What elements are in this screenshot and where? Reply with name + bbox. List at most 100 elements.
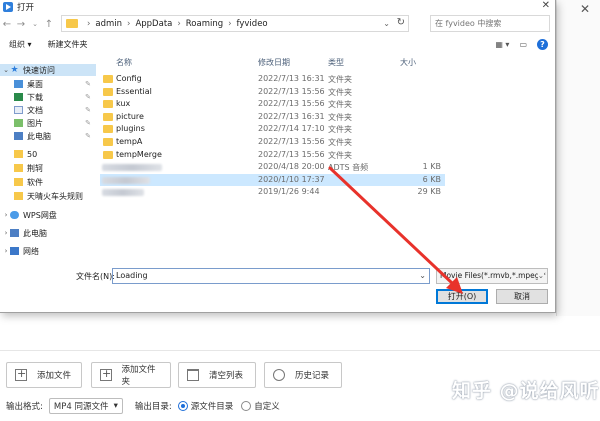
nav-item[interactable]: 桌面 ✎: [0, 78, 96, 90]
preview-pane-icon[interactable]: ▭: [519, 40, 527, 49]
address-row: ← → ⌄ ↑ › admin › AppData › Roaming › fy…: [0, 15, 556, 33]
row-type: 文件夹: [328, 112, 352, 122]
nav-item-label: 图片: [27, 118, 43, 128]
table-row[interactable]: 2019/1/26 9:44 29 KB: [100, 186, 445, 198]
breadcrumb-roaming[interactable]: Roaming: [186, 19, 223, 29]
nav-item[interactable]: 软件: [0, 176, 96, 188]
column-date[interactable]: 修改日期: [258, 57, 290, 68]
row-date: 2019/1/26 9:44: [258, 187, 320, 197]
row-size: 29 KB: [417, 187, 441, 197]
watermark-text: 知乎 @说给风听: [452, 380, 600, 402]
organize-button[interactable]: 组织 ▾: [9, 39, 32, 50]
nav-item-label: 软件: [27, 177, 43, 187]
breadcrumb-appdata[interactable]: AppData: [135, 19, 172, 29]
back-icon[interactable]: ←: [0, 19, 14, 30]
row-type: ADTS 音频: [328, 163, 369, 173]
row-type: 文件夹: [328, 75, 352, 84]
chevron-down-icon[interactable]: ⌄: [537, 269, 544, 283]
history-button[interactable]: 历史记录: [264, 362, 342, 388]
row-name: tempA: [116, 137, 143, 146]
row-date: 2022/7/13 16:31: [258, 74, 325, 83]
table-row[interactable]: 2020/1/10 17:37 6 KB: [100, 173, 445, 186]
table-row[interactable]: Essential 2022/7/13 15:56 文件夹: [100, 86, 445, 98]
chevron-icon[interactable]: ›: [2, 247, 10, 255]
table-row[interactable]: tempA 2022/7/13 15:56 文件夹: [100, 136, 445, 148]
nav-item[interactable]: › 网络: [0, 245, 96, 257]
breadcrumb-separator: ›: [228, 18, 232, 29]
nav-item[interactable]: 下载 ✎: [0, 91, 96, 103]
search-input[interactable]: [435, 19, 545, 28]
chevron-icon[interactable]: ›: [2, 229, 10, 237]
forward-icon[interactable]: →: [14, 19, 28, 30]
chevron-icon[interactable]: ⌄: [2, 66, 10, 74]
row-size: 6 KB: [422, 174, 441, 184]
add-file-button[interactable]: 添加文件: [6, 362, 82, 388]
address-dropdown-icon[interactable]: ⌄: [383, 19, 390, 28]
nav-item[interactable]: › WPS网盘: [0, 209, 96, 221]
filetype-value: Movie Files(*.rmvb,*.mpeg,*: [440, 271, 546, 280]
picture-icon: [14, 119, 23, 127]
blurred-filename: [102, 176, 150, 184]
nav-item[interactable]: 图片 ✎: [0, 117, 96, 129]
row-date: 2022/7/13 15:56: [258, 99, 325, 109]
view-options-icon[interactable]: ▦ ▾: [495, 40, 509, 49]
column-type[interactable]: 类型: [328, 57, 344, 68]
chevron-icon[interactable]: ›: [2, 211, 10, 219]
up-icon[interactable]: ↑: [42, 19, 56, 30]
output-settings: 输出格式: MP4 同源文件 ▾ 输出目录: 源文件目录 自定义: [6, 398, 280, 414]
breadcrumb-fyvideo[interactable]: fyvideo: [237, 19, 268, 29]
row-size: 1 KB: [422, 162, 441, 172]
search-box[interactable]: [430, 15, 550, 32]
column-name[interactable]: 名称: [116, 57, 132, 68]
row-type: 文件夹: [328, 100, 352, 110]
dialog-close-button[interactable]: ✕: [542, 0, 550, 11]
nav-item[interactable]: ⌄ ★ 快速访问: [0, 64, 96, 76]
add-file-label: 添加文件: [37, 371, 72, 381]
open-button[interactable]: 打开(O): [436, 289, 488, 304]
nav-item[interactable]: 50: [0, 148, 96, 160]
add-folder-label: 添加文件夹: [121, 365, 156, 387]
table-row[interactable]: 2020/4/18 20:00 ADTS 音频 1 KB: [100, 161, 445, 173]
table-row[interactable]: plugins 2022/7/14 17:10 文件夹: [100, 123, 445, 135]
nav-item[interactable]: 荆轲: [0, 162, 96, 174]
history-label: 历史记录: [295, 371, 330, 381]
row-date: 2022/7/13 15:56: [258, 149, 325, 159]
row-type: 文件夹: [328, 87, 352, 97]
clear-list-button[interactable]: 清空列表: [178, 362, 256, 388]
row-type: 文件夹: [328, 150, 352, 160]
folder-icon: [103, 87, 113, 96]
column-size[interactable]: 大小: [400, 57, 416, 68]
nav-item[interactable]: › 此电脑: [0, 227, 96, 239]
filename-input[interactable]: Loading ⌄: [112, 268, 430, 284]
app-close-icon[interactable]: ✕: [580, 2, 590, 16]
nav-item-label: 此电脑: [27, 131, 51, 141]
table-row[interactable]: tempMerge 2022/7/13 15:56 文件夹: [100, 149, 445, 161]
add-folder-button[interactable]: 添加文件夹: [91, 362, 171, 388]
row-date: 2022/7/14 17:10: [258, 124, 325, 134]
output-format-value: MP4 同源文件: [53, 402, 109, 412]
add-file-icon: [15, 367, 27, 381]
address-bar[interactable]: › admin › AppData › Roaming › fyvideo ⌄ …: [61, 15, 409, 32]
new-folder-button[interactable]: 新建文件夹: [48, 39, 88, 50]
help-icon[interactable]: ?: [537, 38, 548, 50]
nav-item[interactable]: 此电脑 ✎: [0, 130, 96, 142]
custom-dir-radio[interactable]: [241, 401, 252, 411]
filetype-select[interactable]: Movie Files(*.rmvb,*.mpeg,* ⌄: [436, 268, 548, 284]
nav-item[interactable]: 天晴火车头规则: [0, 190, 96, 202]
filename-value: Loading: [116, 271, 148, 280]
row-name: tempMerge: [116, 149, 162, 159]
folder-icon: [14, 164, 23, 172]
row-type: 文件夹: [328, 138, 352, 147]
table-row[interactable]: kux 2022/7/13 15:56 文件夹: [100, 98, 445, 110]
table-row[interactable]: Config 2022/7/13 16:31 文件夹: [100, 73, 445, 85]
refresh-icon[interactable]: ↻: [397, 17, 405, 28]
filename-label: 文件名(N):: [76, 272, 115, 281]
output-format-select[interactable]: MP4 同源文件 ▾: [48, 398, 123, 414]
cancel-button[interactable]: 取消: [496, 289, 548, 304]
chevron-down-icon[interactable]: ⌄: [419, 269, 426, 283]
table-row[interactable]: picture 2022/7/13 16:31 文件夹: [100, 111, 445, 123]
recent-dropdown-icon[interactable]: ⌄: [28, 20, 42, 28]
breadcrumb-admin[interactable]: admin: [95, 19, 122, 29]
nav-item[interactable]: 文档 ✎: [0, 104, 96, 116]
source-dir-radio[interactable]: [177, 401, 188, 411]
